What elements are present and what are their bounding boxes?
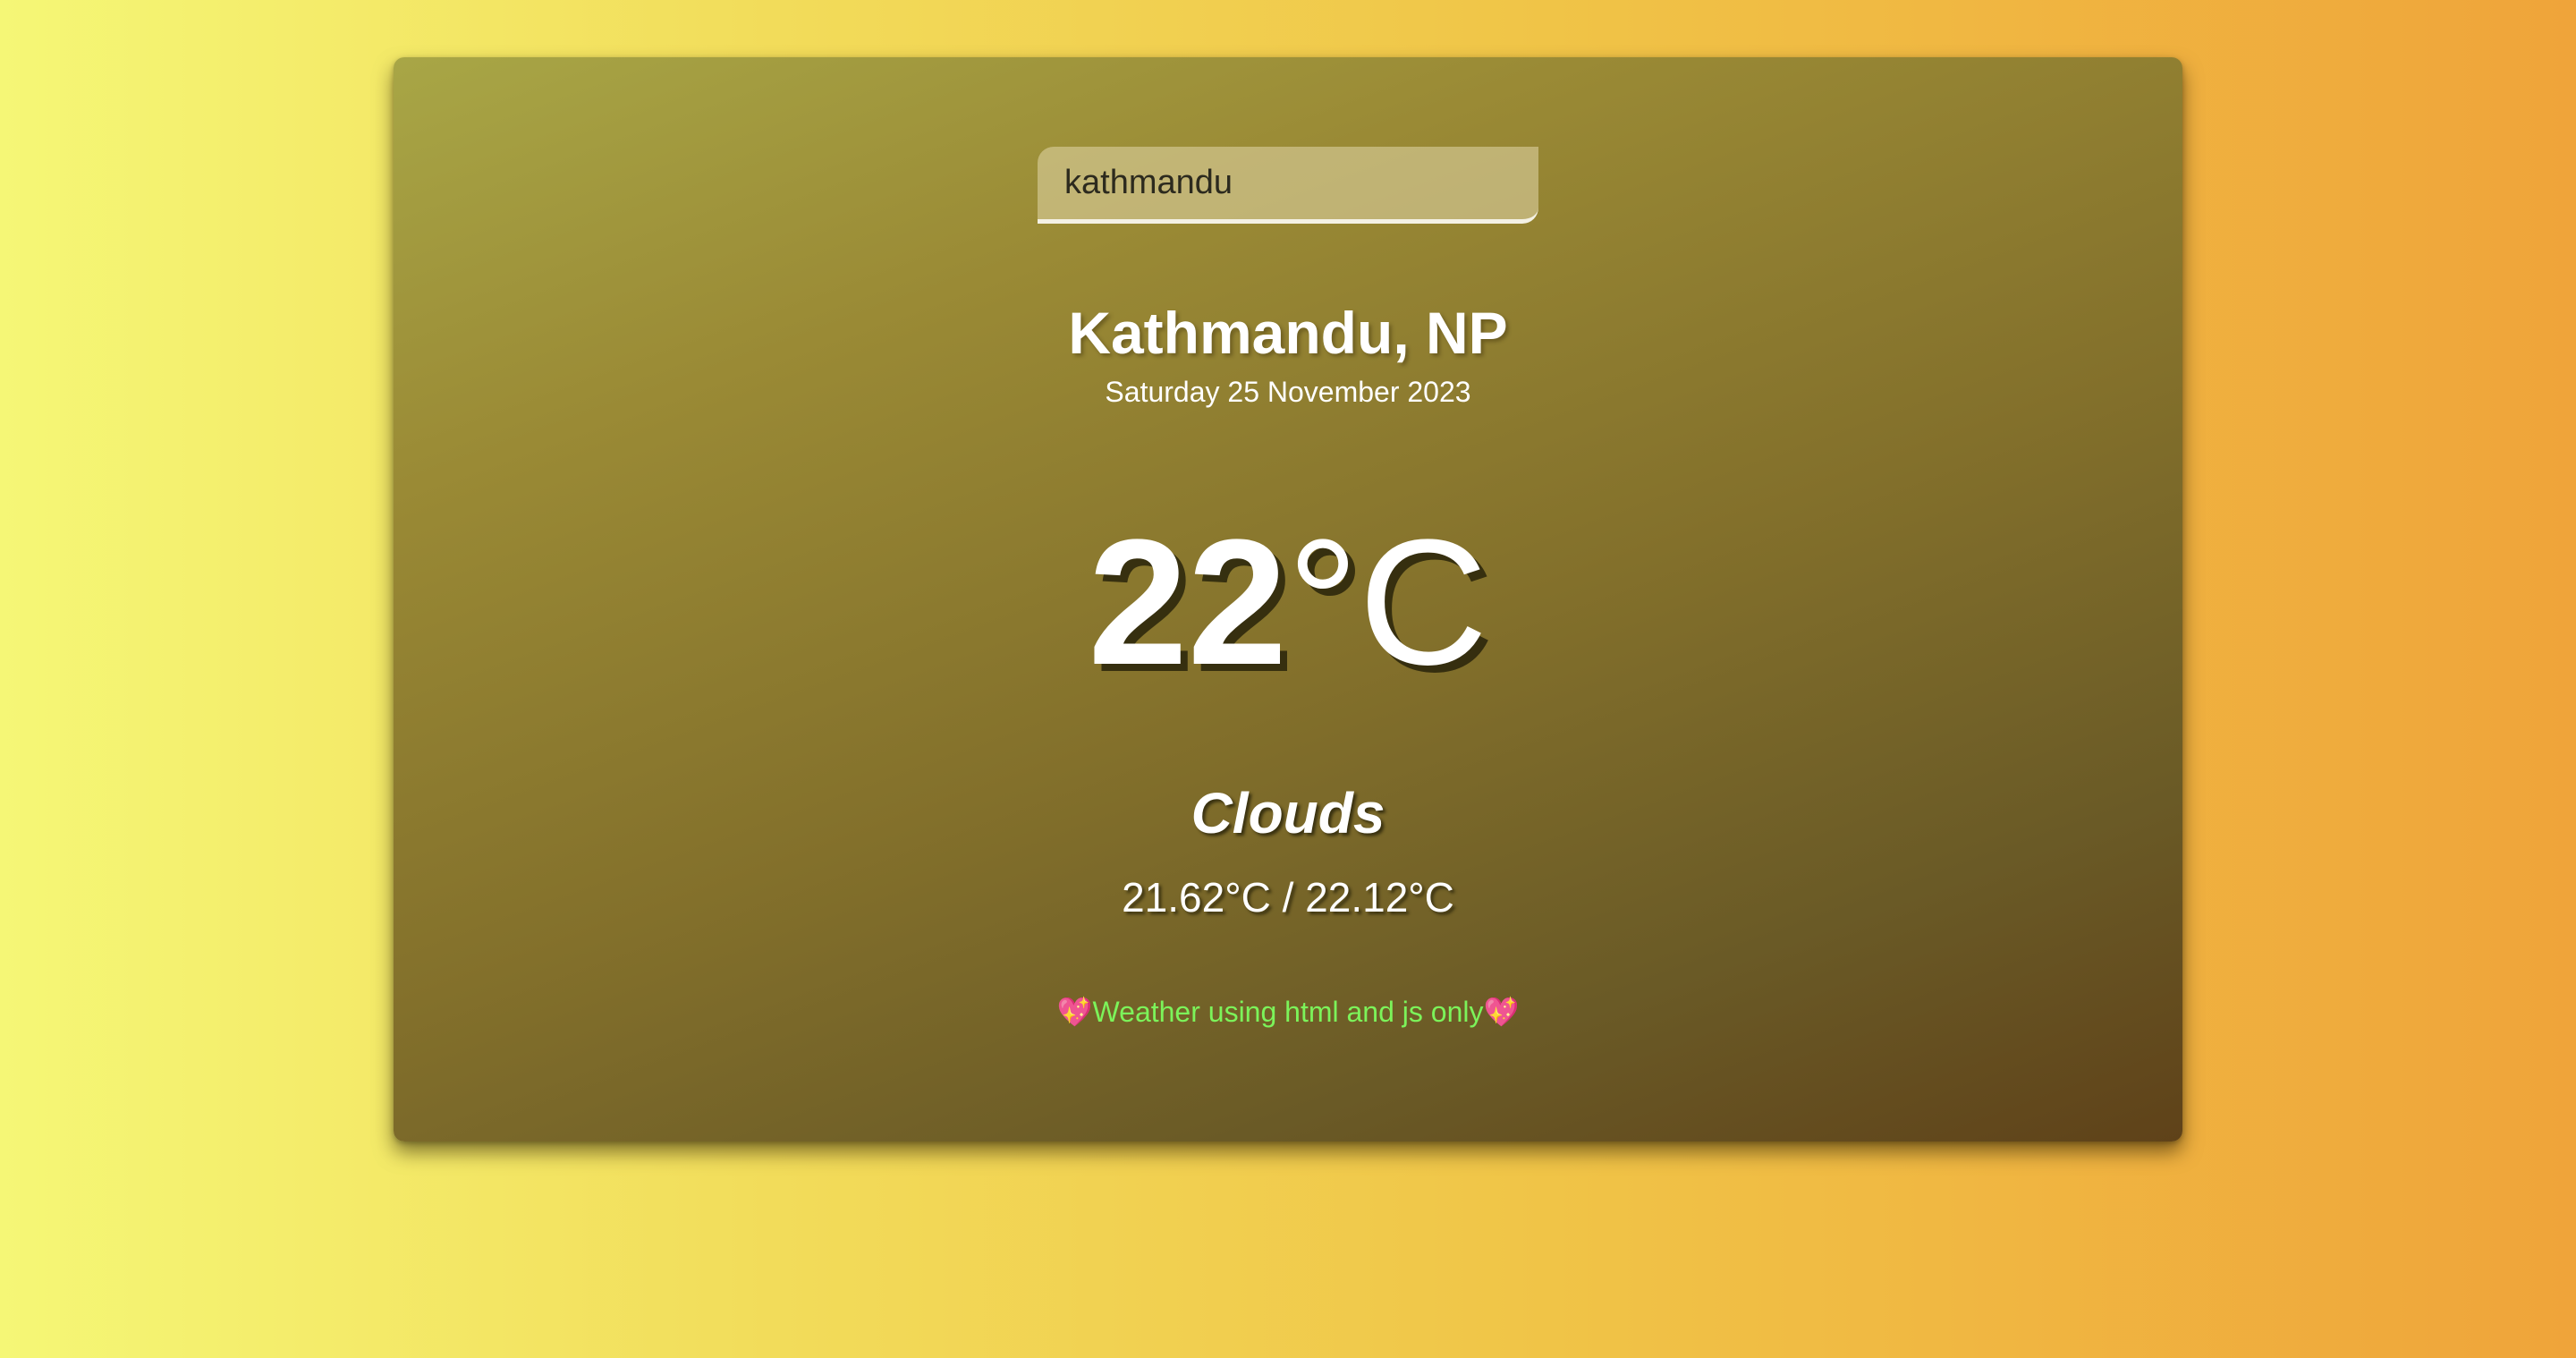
sparkling-heart-icon: 💖: [1056, 996, 1093, 1028]
weather-card: Kathmandu, NP Saturday 25 November 2023 …: [394, 57, 2182, 1142]
temperature: 22°C: [394, 513, 2182, 692]
search-input[interactable]: [1038, 147, 1538, 224]
location-title: Kathmandu, NP: [1068, 300, 1508, 366]
temperature-value: 22: [1088, 503, 1288, 702]
date-text: Saturday 25 November 2023: [1105, 376, 1471, 408]
temperature-range: 21.62°C / 22.12°C: [1122, 874, 1454, 921]
temperature-unit: °C: [1287, 503, 1488, 702]
footer-text: Weather using html and js only: [1092, 996, 1484, 1028]
search-box: [1038, 147, 1538, 227]
sparkling-heart-icon: 💖: [1483, 996, 1520, 1028]
footer-credit: 💖Weather using html and js only💖: [394, 995, 2182, 1029]
weather-condition: Clouds: [1191, 781, 1385, 845]
